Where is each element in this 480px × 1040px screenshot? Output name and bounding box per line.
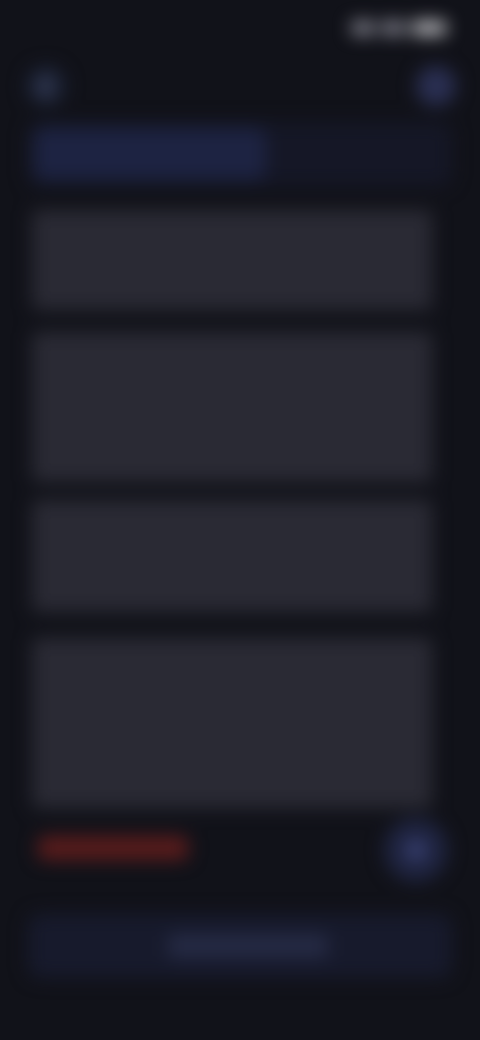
wifi-icon [382,22,404,34]
app-screen [0,0,480,1040]
signal-icon [352,22,374,34]
header [0,56,480,116]
menu-button[interactable] [416,66,456,106]
tab-bar [28,122,452,186]
battery-icon [412,22,446,34]
paragraph [32,332,432,482]
page-title [190,72,290,100]
back-button[interactable] [26,66,66,106]
paragraph [32,210,432,310]
tab-second[interactable] [278,128,446,180]
paragraph [32,638,432,808]
paragraph [32,500,432,612]
status-time [30,18,110,38]
status-icons [352,18,452,38]
content-area [32,210,448,810]
report-link[interactable] [38,836,188,860]
blurred-content [0,0,480,1040]
status-bar [0,0,480,56]
tab-first[interactable] [34,128,266,180]
bottom-action-bar [28,914,452,978]
primary-button[interactable] [168,934,328,958]
floating-action-button[interactable] [384,818,448,882]
